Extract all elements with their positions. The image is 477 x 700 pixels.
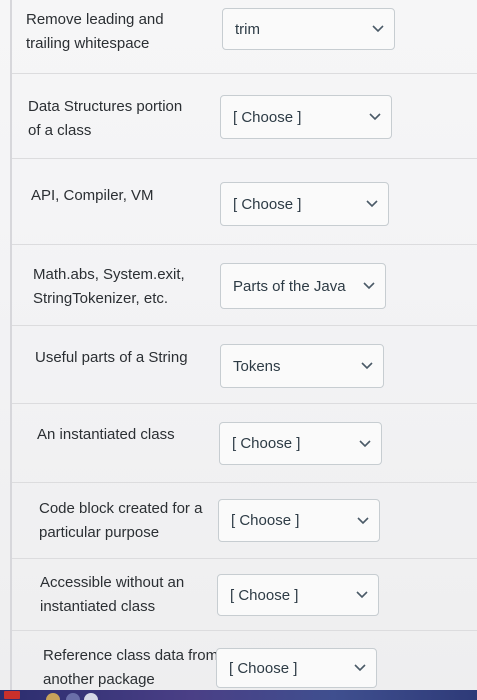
answer-dropdown[interactable]: [ Choose ] bbox=[220, 182, 389, 226]
question-prompt: Reference class data from another packag… bbox=[43, 647, 219, 688]
question-prompt: Code block created for a particular purp… bbox=[39, 500, 203, 541]
chevron-down-icon bbox=[359, 276, 379, 296]
dropdown-value: [ Choose ] bbox=[231, 512, 300, 529]
answer-dropdown[interactable]: [ Choose ] bbox=[219, 422, 382, 465]
dropdown-value: trim bbox=[235, 20, 260, 38]
question-prompt: Accessible without an instantiated class bbox=[40, 574, 185, 615]
row-divider bbox=[12, 244, 477, 245]
dock-app-icon[interactable] bbox=[46, 693, 60, 700]
dock-app-icon[interactable] bbox=[66, 693, 80, 700]
answer-dropdown[interactable]: [ Choose ] bbox=[216, 648, 377, 688]
question-prompt: Useful parts of a String bbox=[35, 349, 188, 366]
chevron-down-icon bbox=[368, 19, 388, 39]
chevron-down-icon bbox=[350, 658, 370, 678]
chevron-down-icon bbox=[355, 434, 375, 454]
row-divider bbox=[12, 325, 477, 326]
left-border bbox=[10, 0, 12, 690]
chevron-down-icon bbox=[352, 585, 372, 605]
row-divider bbox=[12, 558, 477, 559]
chevron-down-icon bbox=[365, 107, 385, 127]
answer-dropdown[interactable]: [ Choose ] bbox=[218, 499, 380, 542]
dropdown-value: [ Choose ] bbox=[229, 659, 298, 677]
answer-dropdown[interactable]: [ Choose ] bbox=[220, 95, 392, 139]
dropdown-value: Tokens bbox=[233, 357, 281, 375]
dropdown-value: Parts of the Java bbox=[233, 277, 346, 295]
dropdown-value: [ Choose ] bbox=[233, 195, 302, 213]
question-prompt: API, Compiler, VM bbox=[31, 187, 154, 204]
chevron-down-icon bbox=[362, 194, 382, 214]
dropdown-value: [ Choose ] bbox=[230, 586, 299, 604]
row-divider bbox=[12, 158, 477, 159]
app-badge-icon bbox=[4, 691, 20, 699]
dock-app-icon[interactable] bbox=[84, 693, 98, 700]
taskbar-strip bbox=[0, 690, 477, 700]
answer-dropdown[interactable]: [ Choose ] bbox=[217, 574, 379, 616]
row-divider bbox=[12, 482, 477, 483]
question-prompt: Data Structures portion of a class bbox=[28, 98, 183, 139]
row-divider bbox=[12, 630, 477, 631]
dropdown-value: [ Choose ] bbox=[233, 108, 302, 126]
chevron-down-icon bbox=[353, 511, 373, 531]
question-prompt: Remove leading and trailing whitespace bbox=[26, 11, 164, 52]
dropdown-value: [ Choose ] bbox=[232, 435, 301, 452]
question-prompt: Math.abs, System.exit, StringTokenizer, … bbox=[33, 266, 185, 307]
row-divider bbox=[12, 403, 477, 404]
chevron-down-icon bbox=[357, 356, 377, 376]
answer-dropdown[interactable]: Parts of the Java bbox=[220, 263, 386, 309]
answer-dropdown[interactable]: trim bbox=[222, 8, 395, 50]
row-divider bbox=[12, 73, 477, 74]
question-prompt: An instantiated class bbox=[37, 426, 175, 443]
answer-dropdown[interactable]: Tokens bbox=[220, 344, 384, 388]
